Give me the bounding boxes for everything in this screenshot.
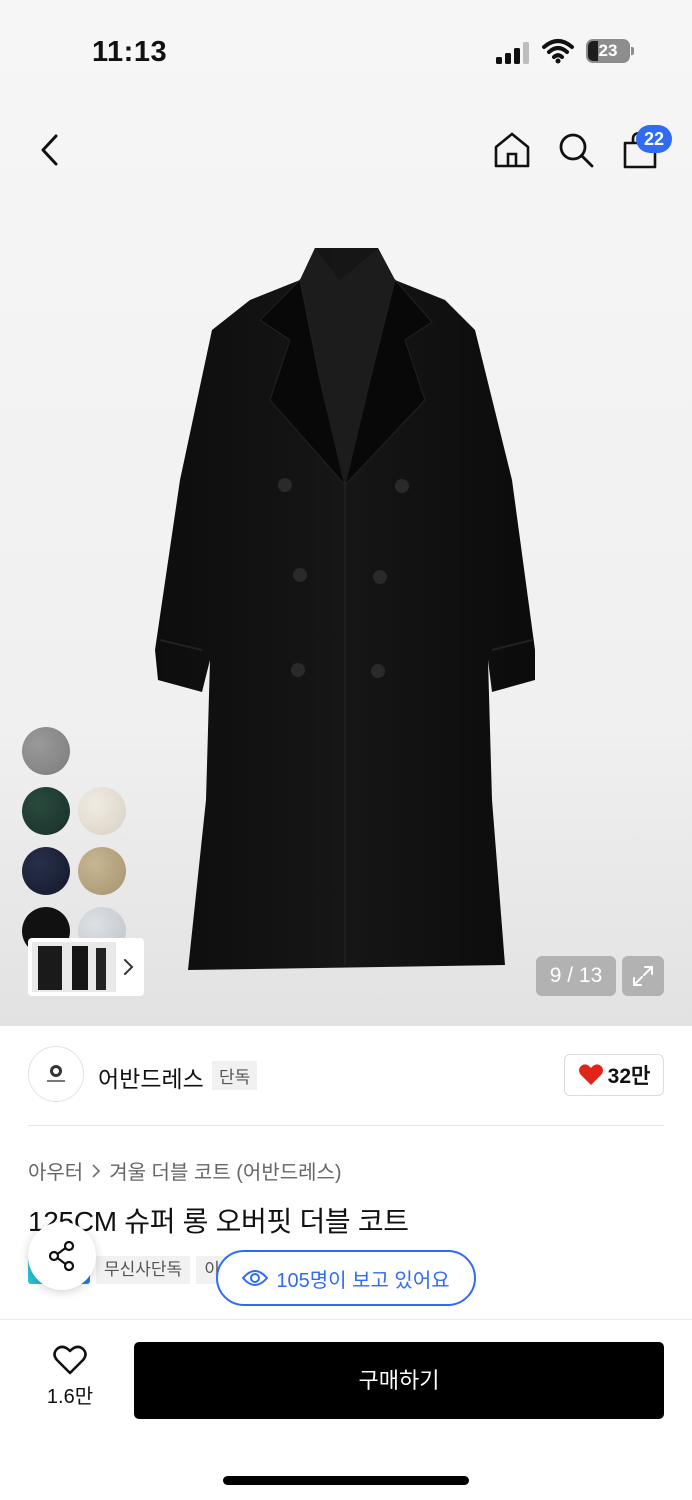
heart-outline-icon <box>53 1345 87 1375</box>
chevron-right-icon <box>92 1163 101 1178</box>
heart-filled-icon <box>578 1064 603 1085</box>
wishlist-count: 1.6만 <box>46 1386 94 1408</box>
home-icon <box>494 132 530 168</box>
wifi-icon <box>542 39 574 64</box>
viewers-text: 105명이 보고 있어요 <box>276 1269 450 1292</box>
brand-logo[interactable] <box>28 1046 84 1102</box>
bottom-action-bar: 1.6만 구매하기 <box>0 1320 692 1500</box>
swatch-beige[interactable] <box>78 847 126 895</box>
brand-name[interactable]: 어반드레스 <box>98 1060 204 1094</box>
search-icon <box>559 133 594 168</box>
breadcrumb-category[interactable]: 아우터 <box>28 1156 83 1185</box>
swatch-navy[interactable] <box>22 847 70 895</box>
buy-button[interactable]: 구매하기 <box>134 1342 664 1419</box>
battery-level: 23 <box>598 41 618 60</box>
swatch-oatmeal[interactable] <box>78 787 126 835</box>
thumbnail-models-icon <box>32 942 116 992</box>
product-coat-image <box>155 248 535 970</box>
chevron-right-icon <box>124 959 134 975</box>
exclusive-tag: 무신사단독 <box>96 1256 191 1284</box>
divider <box>28 1125 664 1126</box>
fullscreen-button[interactable] <box>622 956 664 996</box>
swatch-green[interactable] <box>22 787 70 835</box>
cellular-signal-icon <box>496 42 529 64</box>
brand-like-count: 32만 <box>607 1065 651 1088</box>
back-button[interactable] <box>26 126 74 174</box>
swatch-gray[interactable] <box>22 727 70 775</box>
thumbnail-image <box>32 942 116 992</box>
status-bar: 11:13 23 <box>0 0 692 100</box>
wishlist-button[interactable]: 1.6만 <box>36 1344 104 1424</box>
eye-icon <box>242 1270 269 1286</box>
expand-icon <box>633 966 653 986</box>
status-time: 11:13 <box>92 36 168 68</box>
share-button[interactable] <box>28 1222 96 1290</box>
battery-icon: 23 <box>586 39 634 63</box>
share-icon <box>48 1240 75 1272</box>
viewers-pill: 105명이 보고 있어요 <box>216 1250 476 1306</box>
brand-like-button[interactable]: 32만 <box>564 1054 664 1096</box>
top-navigation <box>0 118 692 182</box>
brand-logo-icon <box>47 1065 65 1082</box>
breadcrumb-subcategory[interactable]: 겨울 더블 코트 (어반드레스) <box>109 1156 341 1185</box>
image-counter: 9 / 13 <box>536 956 616 996</box>
breadcrumb: 아우터 겨울 더블 코트 (어반드레스) <box>28 1156 342 1185</box>
image-thumbnail-strip[interactable] <box>28 938 144 996</box>
cart-count-badge: 22 <box>636 125 672 153</box>
thumbnail-next-button[interactable] <box>116 942 140 992</box>
search-button[interactable] <box>552 126 600 174</box>
chevron-left-icon <box>41 134 58 166</box>
brand-row: 어반드레스 단독 32만 <box>28 1046 664 1104</box>
home-button[interactable] <box>488 126 536 174</box>
home-indicator <box>223 1476 469 1485</box>
brand-exclusive-tag: 단독 <box>212 1061 258 1090</box>
